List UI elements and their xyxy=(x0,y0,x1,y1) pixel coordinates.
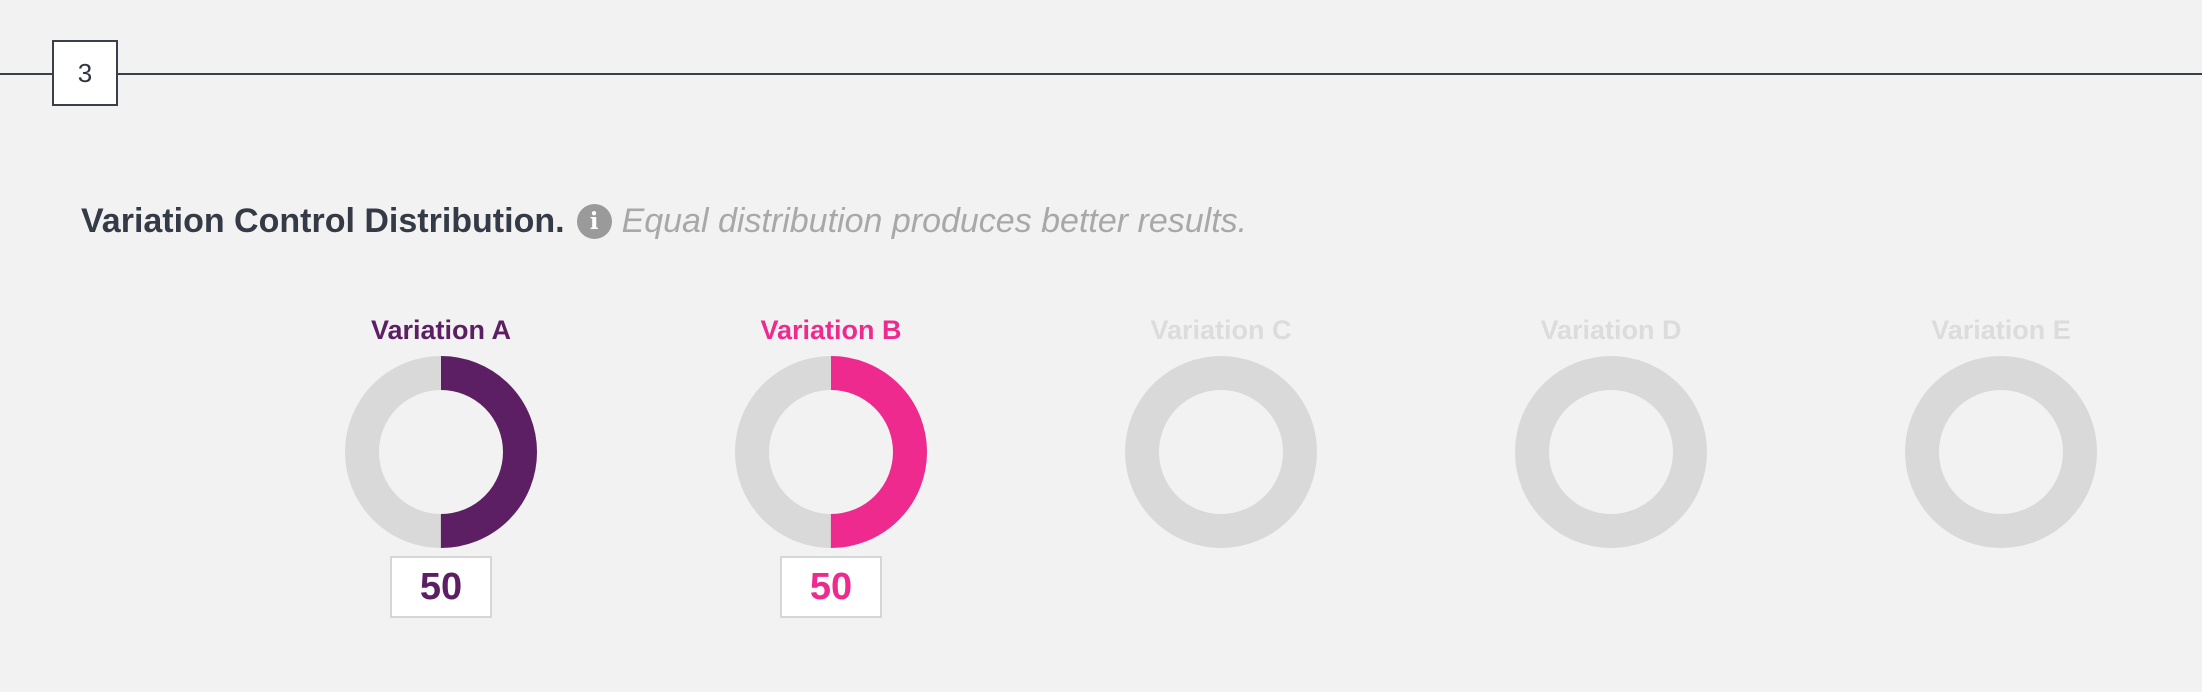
info-icon[interactable]: i xyxy=(576,203,612,239)
donut-track xyxy=(1905,356,2097,548)
variation-e-donut[interactable] xyxy=(1905,356,2097,548)
variation-a-donut[interactable] xyxy=(345,356,537,548)
variation-c-label: Variation C xyxy=(1150,315,1292,345)
section-title: Variation Control Distribution. xyxy=(81,201,565,240)
variation-b-label: Variation B xyxy=(760,315,902,345)
donut-track xyxy=(1515,356,1707,548)
step-number: 3 xyxy=(77,57,93,88)
variation-b: Variation B 50 xyxy=(701,312,961,618)
variation-a-value-input[interactable]: 50 xyxy=(390,556,492,618)
variation-c: Variation C xyxy=(1091,312,1351,548)
donut-track xyxy=(1125,356,1317,548)
variation-c-donut[interactable] xyxy=(1125,356,1317,548)
step-number-badge: 3 xyxy=(52,40,118,106)
section-heading: Variation Control Distribution. i Equal … xyxy=(81,196,1247,246)
variation-d: Variation D xyxy=(1481,312,1741,548)
variation-a: Variation A 50 xyxy=(311,312,571,618)
step-divider-line xyxy=(0,73,2202,75)
variation-e-label: Variation E xyxy=(1931,315,2071,345)
variation-e: Variation E xyxy=(1871,312,2131,548)
variation-a-label: Variation A xyxy=(370,315,512,345)
variation-b-value-input[interactable]: 50 xyxy=(780,556,882,618)
variation-d-label: Variation D xyxy=(1540,315,1682,345)
section-hint: Equal distribution produces better resul… xyxy=(621,201,1248,240)
variation-b-donut[interactable] xyxy=(735,356,927,548)
variation-d-donut[interactable] xyxy=(1515,356,1707,548)
